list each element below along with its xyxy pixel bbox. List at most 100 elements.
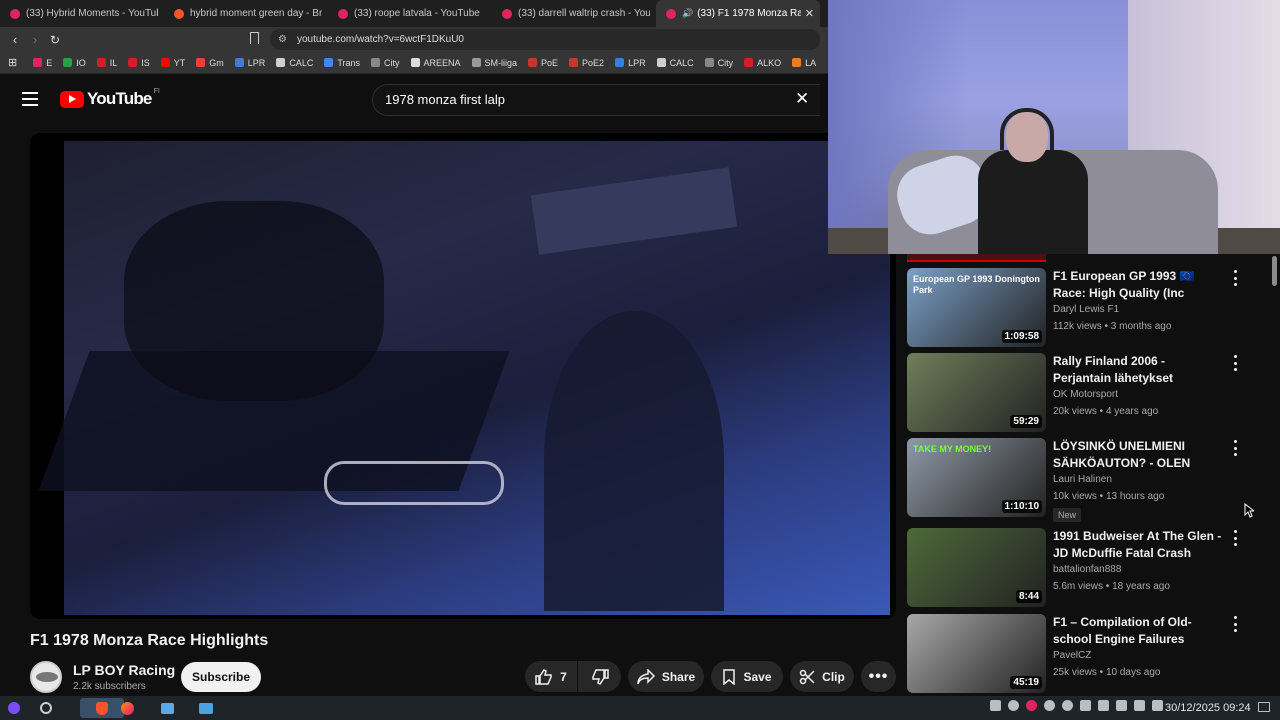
bookmark-item[interactable]: E <box>33 58 52 68</box>
back-icon[interactable]: ‹ <box>5 32 25 47</box>
bookmark-item[interactable]: AREENA <box>410 58 461 68</box>
recommended-video-channel[interactable]: PavelCZ <box>1053 650 1091 661</box>
video-player[interactable] <box>30 133 896 619</box>
bookmark-label: CALC <box>669 57 694 68</box>
apps-grid-icon[interactable]: ⊞ <box>8 56 17 69</box>
audio-playing-icon[interactable]: 🔊 <box>682 8 693 19</box>
channel-name[interactable]: LP BOY Racing <box>73 662 175 678</box>
clear-search-icon[interactable]: ✕ <box>795 89 809 109</box>
site-info-icon[interactable]: ⚙ <box>278 34 287 45</box>
bookmark-favicon-icon <box>528 58 538 67</box>
steam-tray-icon[interactable] <box>1008 700 1019 711</box>
show-desktop-icon[interactable] <box>1258 702 1270 712</box>
bookmark-item[interactable]: City <box>371 58 400 68</box>
bookmark-item[interactable]: City <box>704 57 734 68</box>
more-vertical-icon[interactable] <box>1229 616 1241 632</box>
browser-tab[interactable]: hybrid moment green day - Bra <box>164 0 328 27</box>
recommended-video-meta: 20k views • 4 years ago <box>1053 406 1159 417</box>
reload-icon[interactable]: ↻ <box>45 33 65 47</box>
taskbar-file-manager-icon[interactable] <box>196 698 216 718</box>
video-thumbnail[interactable]: European GP 1993 Donington Park 1:09:58 <box>907 268 1046 347</box>
youtube-logo[interactable]: YouTube FI <box>60 88 160 109</box>
address-bar[interactable]: ⚙ youtube.com/watch?v=6wctF1DKuU0 <box>270 29 820 50</box>
recommended-video-title[interactable]: F1 European GP 1993 🇪🇺 Race: High Qualit… <box>1053 268 1225 302</box>
browser-tab-active[interactable]: 🔊 (33) F1 1978 Monza Race ✕ <box>656 0 820 27</box>
bookmark-item[interactable]: CALC <box>276 58 313 68</box>
recommended-video[interactable]: European GP 1993 Donington Park 1:09:58 F1… <box>907 268 1267 350</box>
like-button[interactable]: 7 <box>525 661 577 692</box>
browser-tab[interactable]: (33) darrell waltrip crash - YouTu <box>492 0 656 27</box>
recommended-video-channel[interactable]: Daryl Lewis F1 <box>1053 304 1119 315</box>
tray-expand-icon[interactable] <box>1152 700 1163 711</box>
record-icon[interactable] <box>1026 700 1037 711</box>
bookmarks-bar: ⊞ E IO IL IS YT Gm LPR CALC Trans City AREENA SM-li… <box>0 52 828 74</box>
scrollbar-thumb[interactable] <box>1272 256 1277 286</box>
volume-icon[interactable] <box>1080 700 1091 711</box>
recommended-video[interactable]: 45:19 F1 – Compilation of Old-school Engi… <box>907 614 1267 696</box>
bookmark-item[interactable]: IL <box>96 58 117 68</box>
more-vertical-icon[interactable] <box>1229 270 1241 286</box>
recommended-video-title[interactable]: F1 – Compilation of Old-school Engine Fa… <box>1053 614 1225 648</box>
channel-avatar[interactable] <box>30 661 62 693</box>
bookmark-label: City <box>717 57 734 68</box>
video-thumbnail[interactable]: 45:19 <box>907 614 1046 693</box>
bookmark-page-icon[interactable] <box>250 32 259 44</box>
bookmark-item[interactable]: IS <box>128 58 150 68</box>
taskbar-firefox-icon[interactable] <box>117 698 137 718</box>
bookmark-item[interactable]: PoE <box>528 58 558 68</box>
bookmark-item[interactable]: LPR <box>234 58 265 68</box>
close-tab-icon[interactable]: ✕ <box>805 7 814 20</box>
bookmark-item[interactable]: Trans <box>324 58 360 68</box>
recommended-video[interactable]: 8:44 1991 Budweiser At The Glen - JD McDu… <box>907 528 1267 610</box>
forward-icon[interactable]: › <box>25 32 45 47</box>
subscribe-button[interactable]: Subscribe <box>181 662 261 692</box>
sidebar-scrollbar[interactable] <box>1271 254 1278 696</box>
browser-tab[interactable]: (33) Hybrid Moments - YouTube <box>0 0 164 27</box>
media-player-icon[interactable] <box>1062 700 1073 711</box>
network-icon[interactable] <box>1134 700 1145 711</box>
bookmark-label: LPR <box>628 57 646 68</box>
start-menu-icon[interactable] <box>4 698 24 718</box>
recommended-video-channel[interactable]: OK Motorsport <box>1053 389 1118 400</box>
bookmark-item[interactable]: SM-liiga <box>471 58 517 68</box>
video-thumbnail[interactable]: 59:29 <box>907 353 1046 432</box>
notifications-icon[interactable] <box>990 700 1001 711</box>
share-button[interactable]: Share <box>628 661 704 692</box>
recommended-video-title[interactable]: LÖYSINKÖ UNELMIENI SÄHKÖAUTON? - OLEN MY… <box>1053 438 1225 472</box>
browser-tab[interactable]: (33) roope latvala - YouTube <box>328 0 492 27</box>
recommended-video[interactable]: TAKE MY MONEY! 1:10:10 LÖYSINKÖ UNELMIENI … <box>907 438 1267 522</box>
recommended-video-channel[interactable]: Lauri Halinen <box>1053 474 1112 485</box>
video-thumbnail[interactable]: 8:44 <box>907 528 1046 607</box>
bookmark-item[interactable]: Gm <box>196 58 224 68</box>
microphone-icon[interactable] <box>1098 700 1109 711</box>
bookmark-item[interactable]: LA <box>792 58 816 68</box>
discord-tray-icon[interactable] <box>1044 700 1055 711</box>
bookmark-item[interactable]: IO <box>63 58 86 68</box>
more-vertical-icon[interactable] <box>1229 530 1241 546</box>
clip-button[interactable]: Clip <box>790 661 854 692</box>
save-button[interactable]: Save <box>711 661 783 692</box>
youtube-favicon-icon <box>666 8 676 19</box>
bookmark-item[interactable]: CALC <box>656 57 694 68</box>
recommended-video-title[interactable]: Rally Finland 2006 - Perjantain lähetyks… <box>1053 353 1225 387</box>
more-vertical-icon[interactable] <box>1229 440 1241 456</box>
bookmark-favicon-icon <box>569 58 579 67</box>
taskbar-clock[interactable]: 30/12/2025 09:24 <box>1165 702 1251 714</box>
recommended-video-channel[interactable]: battalionfan888 <box>1053 564 1121 575</box>
clipboard-icon[interactable] <box>1116 700 1127 711</box>
bookmark-item[interactable]: LPR <box>615 58 646 68</box>
dislike-button[interactable] <box>578 661 621 692</box>
bookmark-item[interactable]: PoE2 <box>569 58 604 68</box>
recommended-video-title[interactable]: 1991 Budweiser At The Glen - JD McDuffie… <box>1053 528 1225 562</box>
more-vertical-icon[interactable] <box>1229 355 1241 371</box>
video-thumbnail[interactable]: TAKE MY MONEY! 1:10:10 <box>907 438 1046 517</box>
hamburger-menu-icon[interactable] <box>22 92 38 106</box>
more-actions-button[interactable]: ••• <box>861 661 896 692</box>
bookmark-item[interactable]: YT <box>160 58 185 68</box>
bookmark-favicon-icon <box>704 58 714 67</box>
taskbar-steam-icon[interactable] <box>157 698 177 718</box>
like-count: 7 <box>560 669 567 684</box>
system-settings-icon[interactable] <box>36 698 56 718</box>
bookmark-item[interactable]: ALKO <box>744 58 781 68</box>
recommended-video[interactable]: 59:29 Rally Finland 2006 - Perjantain läh… <box>907 353 1267 435</box>
